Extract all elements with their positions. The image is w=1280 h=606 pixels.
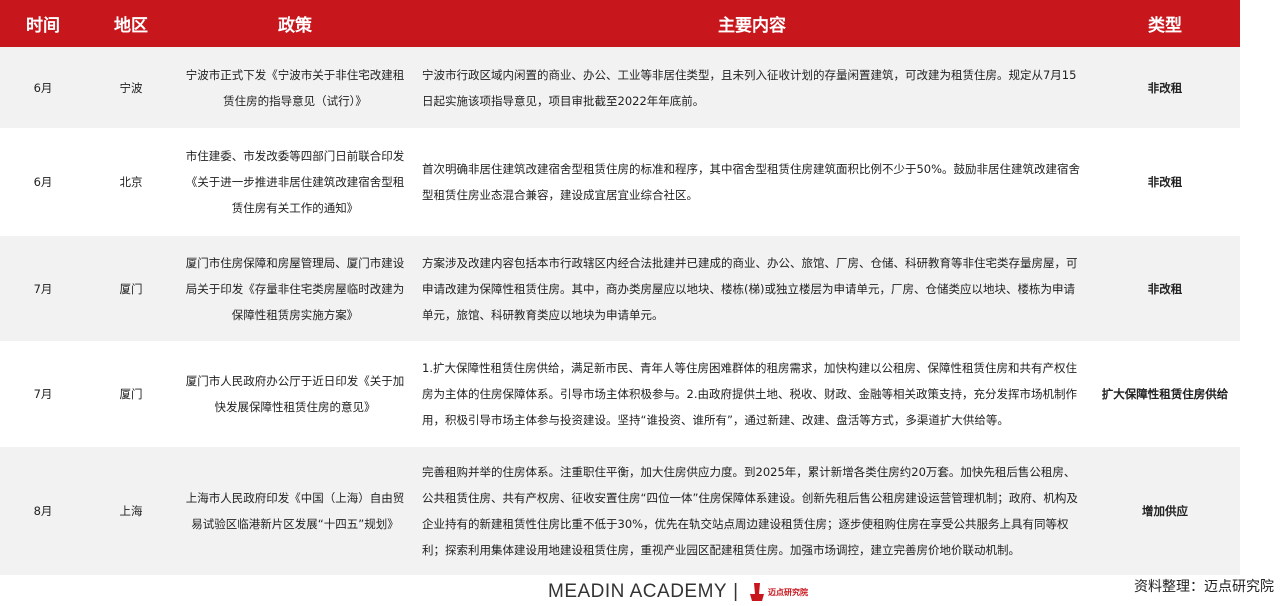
row-time: 8月	[33, 504, 53, 518]
logo-label: 迈点研究院	[768, 587, 809, 597]
meadin-logo-icon: 迈点研究院	[748, 582, 808, 602]
row-time: 6月	[33, 80, 53, 95]
policy-table: 时间 地区 政策 主要内容 类型 6月 宁波 宁波市正式下发《宁波市关于非住宅改…	[0, 0, 1240, 577]
row-content: 宁波市行政区域内闲置的商业、办公、工业等非居住类型，且未列入征收计划的存量闲置建…	[422, 67, 1077, 108]
row-policy: 宁波市正式下发《宁波市关于非住宅改建租赁住房的指导意见（试行）》	[185, 67, 405, 108]
header-content: 主要内容	[414, 0, 1090, 47]
row-type: 扩大保障性租赁住房供给	[1101, 387, 1229, 401]
brand-name: MEADIN ACADEMY	[548, 581, 728, 602]
row-type: 增加供应	[1142, 504, 1188, 518]
row-content: 方案涉及改建内容包括本市行政辖区内经合法批建并已建成的商业、办公、旅馆、厂房、仓…	[422, 255, 1078, 322]
table-row: 6月 宁波 宁波市正式下发《宁波市关于非住宅改建租赁住房的指导意见（试行）》 宁…	[0, 47, 1240, 129]
table-row: 8月 上海 上海市人民政府印发《中国（上海）自由贸易试验区临港新片区发展“十四五…	[0, 446, 1240, 576]
row-policy: 市住建委、市发改委等四部门日前联合印发《关于进一步推进非居住建筑改建宿舍型租赁住…	[185, 149, 405, 215]
header-time: 时间	[0, 0, 86, 47]
row-region: 厦门	[119, 281, 143, 296]
brand-separator: |	[733, 581, 739, 602]
row-content: 完善租购并举的住房体系。注重职住平衡，加大住房供应力度。到2025年，累计新增各…	[422, 465, 1078, 557]
row-region: 上海	[119, 504, 143, 518]
table-row: 7月 厦门 厦门市人民政府办公厅于近日印发《关于加快发展保障性租赁住房的意见》 …	[0, 342, 1240, 446]
row-region: 北京	[119, 175, 143, 189]
row-policy: 厦门市住房保障和房屋管理局、厦门市建设局关于印发《存量非住宅类房屋临时改建为保障…	[185, 255, 405, 322]
row-time: 7月	[33, 281, 53, 296]
table-row: 6月 北京 市住建委、市发改委等四部门日前联合印发《关于进一步推进非居住建筑改建…	[0, 129, 1240, 235]
logo-mark-icon	[750, 583, 765, 601]
row-content: 首次明确非居住建筑改建宿舍型租赁住房的标准和程序，其中宿舍型租赁住房建筑面积比例…	[422, 162, 1081, 202]
row-region: 宁波	[119, 80, 143, 95]
table-header-row: 时间 地区 政策 主要内容 类型	[0, 0, 1240, 47]
footer: MEADIN ACADEMY | 迈点研究院 资料整理：迈点研究院	[0, 576, 1280, 606]
header-type: 类型	[1090, 0, 1240, 47]
policy-page: 时间 地区 政策 主要内容 类型 6月 宁波 宁波市正式下发《宁波市关于非住宅改…	[0, 0, 1280, 606]
brand-block: MEADIN ACADEMY | 迈点研究院	[548, 580, 808, 604]
table-row: 7月 厦门 厦门市住房保障和房屋管理局、厦门市建设局关于印发《存量非住宅类房屋临…	[0, 235, 1240, 342]
row-time: 7月	[33, 387, 53, 401]
row-policy: 厦门市人民政府办公厅于近日印发《关于加快发展保障性租赁住房的意见》	[185, 374, 405, 414]
row-policy: 上海市人民政府印发《中国（上海）自由贸易试验区临港新片区发展“十四五”规划》	[185, 491, 405, 531]
row-time: 6月	[33, 175, 53, 189]
row-type: 非改租	[1147, 281, 1183, 296]
row-type: 非改租	[1147, 80, 1183, 95]
row-region: 厦门	[119, 387, 143, 401]
header-policy: 政策	[176, 0, 414, 47]
source-note: 资料整理：迈点研究院	[1134, 579, 1274, 595]
header-region: 地区	[86, 0, 176, 47]
row-type: 非改租	[1147, 175, 1183, 189]
row-content: 1.扩大保障性租赁住房供给，满足新市民、青年人等住房困难群体的租房需求，加快构建…	[422, 361, 1077, 427]
